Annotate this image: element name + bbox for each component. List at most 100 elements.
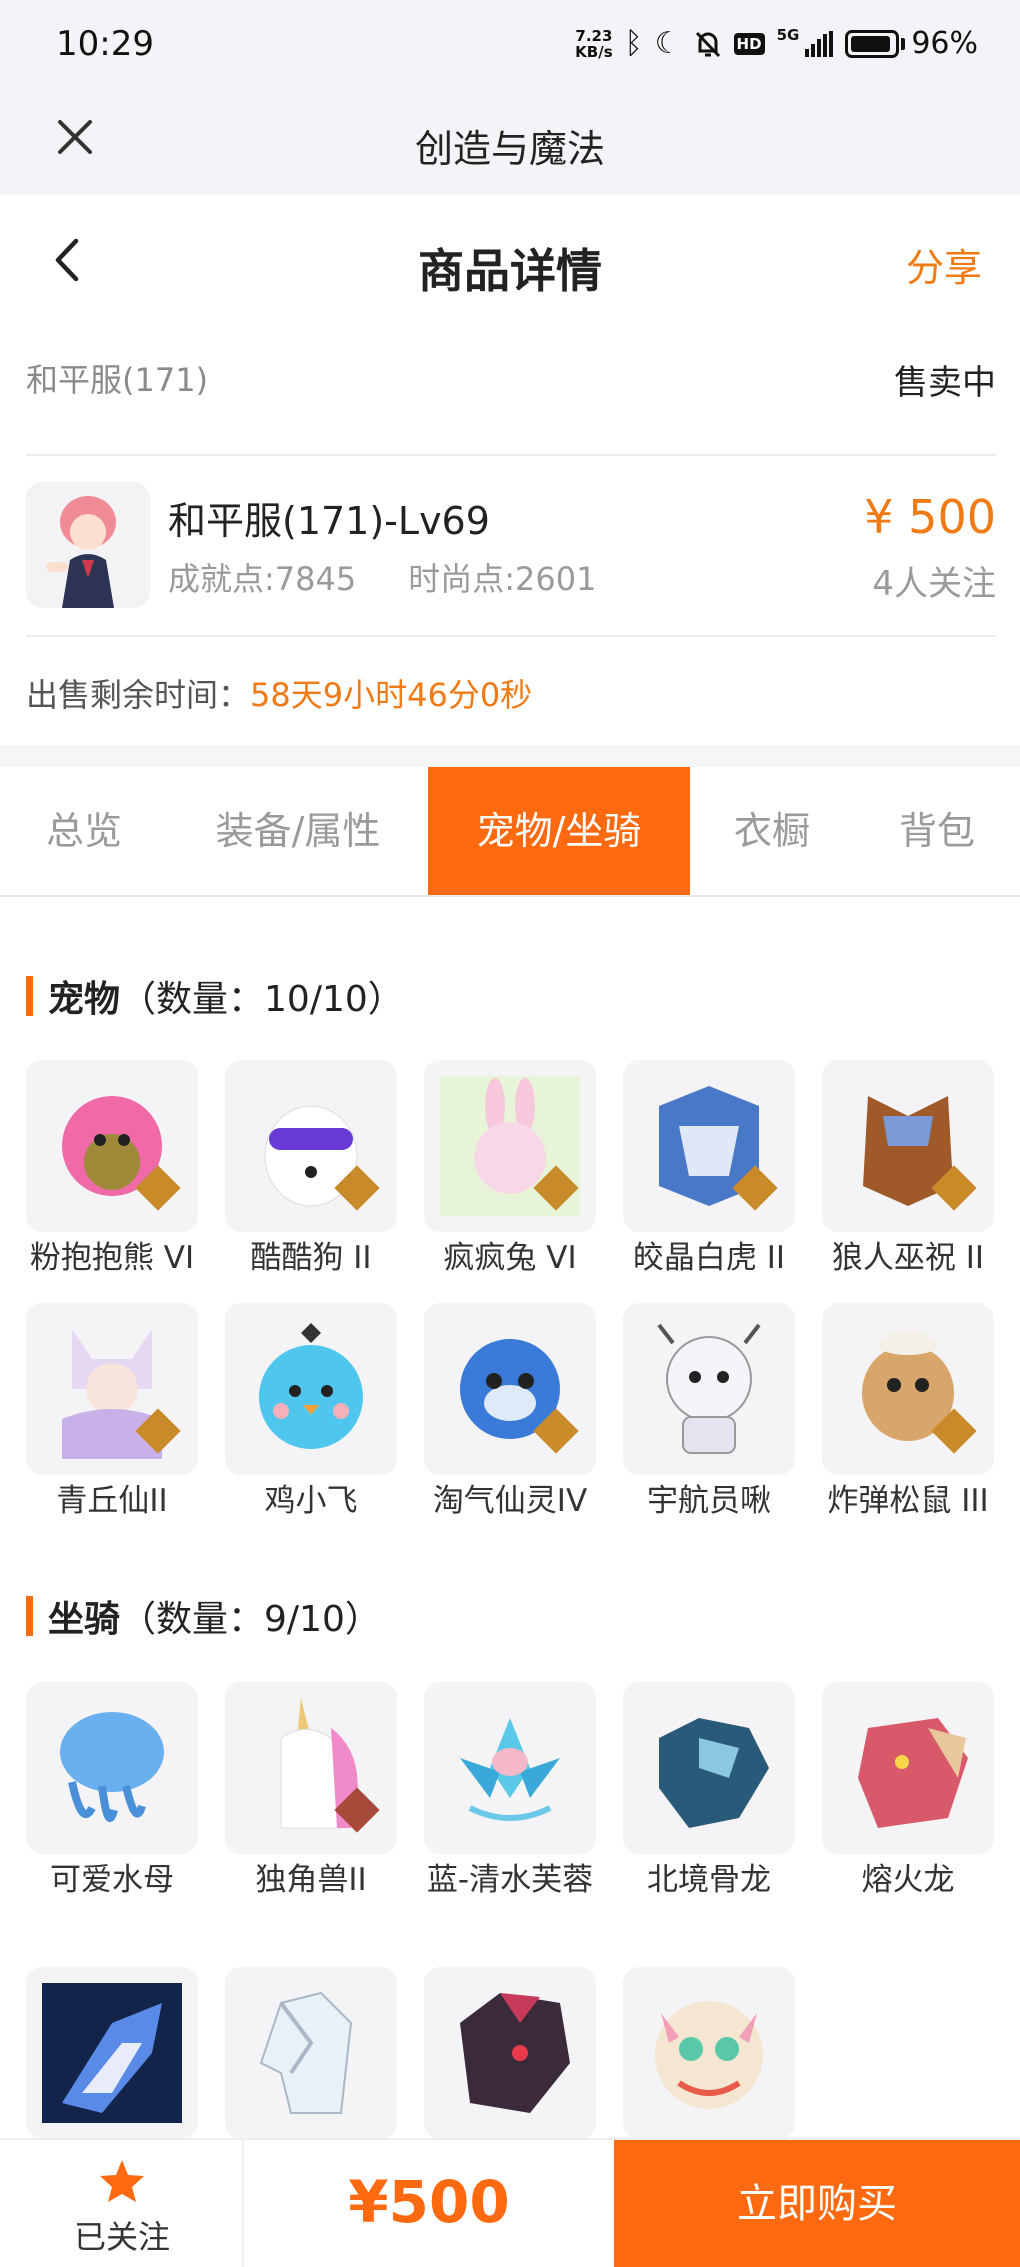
server-name: 和平服(171) (26, 361, 209, 399)
page-header: 商品详情 分享 (0, 195, 1020, 325)
mount-item[interactable]: 蓝-清水芙蓉 (424, 1682, 596, 1902)
network-type: 5G (776, 26, 800, 44)
pet-thumbnail (424, 1303, 596, 1475)
pet-thumbnail (623, 1303, 795, 1475)
pet-item[interactable]: 疯疯兔 VI (424, 1060, 596, 1280)
pet-item[interactable]: 酷酷狗 II (225, 1060, 397, 1280)
mount-label: 蓝-清水芙蓉 (426, 1862, 594, 1898)
mount-item[interactable] (225, 1967, 397, 2143)
pet-label: 狼人巫祝 II (831, 1240, 985, 1276)
mount-label: 独角兽II (255, 1862, 367, 1898)
mount-label: 北境骨龙 (647, 1862, 771, 1898)
webview-bar: 创造与魔法 (0, 92, 1020, 195)
product-name: 和平服(171)-Lv69 (168, 499, 490, 543)
sale-status: 售卖中 (894, 363, 996, 403)
mount-item[interactable]: 独角兽II (225, 1682, 397, 1902)
pet-item[interactable]: 淘气仙灵IV (424, 1303, 596, 1523)
section-gap (0, 745, 1020, 767)
mount-item[interactable]: 北境骨龙 (623, 1682, 795, 1902)
tab-overview[interactable]: 总览 (0, 767, 168, 895)
remaining-value: 58天9小时46分0秒 (250, 676, 533, 714)
pet-label: 青丘仙II (56, 1483, 168, 1519)
pet-item[interactable]: 狼人巫祝 II (822, 1060, 994, 1280)
mount-thumbnail (26, 1682, 198, 1854)
pet-item[interactable]: 青丘仙II (26, 1303, 198, 1523)
pet-label: 酷酷狗 II (250, 1240, 372, 1276)
star-icon (100, 2160, 144, 2202)
mount-label: 熔火龙 (861, 1862, 955, 1898)
mount-thumbnail (26, 1967, 198, 2139)
tab-pets-mounts[interactable]: 宠物/坐骑 (428, 767, 690, 895)
webview-title: 创造与魔法 (414, 127, 605, 171)
follow-button[interactable]: 已关注 (0, 2140, 244, 2267)
mount-thumbnail (822, 1682, 994, 1854)
bottom-price: ¥500 (348, 2168, 510, 2236)
pet-thumbnail (822, 1060, 994, 1232)
bottom-action-bar: 已关注 ¥500 立即购买 (0, 2138, 1020, 2267)
bluetooth-icon: ᛒ (624, 25, 643, 61)
pet-item[interactable]: 鸡小飞 (225, 1303, 397, 1523)
mount-thumbnail (424, 1682, 596, 1854)
divider (26, 454, 996, 456)
mount-item[interactable] (26, 1967, 198, 2143)
mount-thumbnail (424, 1967, 596, 2139)
battery-icon: 96% (845, 26, 978, 61)
remaining-label: 出售剩余时间： (26, 676, 251, 714)
server-row: 和平服(171) 售卖中 (26, 355, 996, 435)
page-title: 商品详情 (418, 244, 602, 298)
pet-thumbnail (424, 1060, 596, 1232)
status-bar: 10:29 7.23 KB/s ᛒ ☾ HD 5G 96% (0, 0, 1020, 92)
mount-item[interactable]: 熔火龙 (822, 1682, 994, 1902)
mount-thumbnail (623, 1967, 795, 2139)
status-time: 10:29 (56, 24, 154, 64)
battery-percent: 96% (911, 26, 978, 61)
share-button[interactable]: 分享 (906, 237, 982, 292)
mounts-title: 坐骑 (48, 1599, 121, 1640)
pet-thumbnail (26, 1303, 198, 1475)
moon-icon: ☾ (654, 25, 682, 61)
pet-label: 皎晶白虎 II (632, 1240, 786, 1276)
pet-label: 粉抱抱熊 VI (29, 1240, 195, 1276)
pet-label: 疯疯兔 VI (443, 1240, 577, 1276)
tab-equipment[interactable]: 装备/属性 (168, 767, 428, 895)
follow-label: 已关注 (73, 2218, 170, 2256)
net-speed-value: 7.23 (575, 26, 613, 45)
mount-item[interactable]: 可爱水母 (26, 1682, 198, 1902)
achievement-points: 成就点:7845 (168, 560, 357, 598)
mount-item[interactable] (424, 1967, 596, 2143)
mount-thumbnail (225, 1682, 397, 1854)
buy-now-button[interactable]: 立即购买 (614, 2140, 1020, 2267)
divider (26, 635, 996, 637)
product-meta: 成就点:7845 时尚点:2601 (168, 554, 596, 600)
pet-label: 鸡小飞 (264, 1483, 358, 1519)
pets-count: （数量：10/10） (120, 979, 404, 1020)
fashion-points: 时尚点:2601 (408, 560, 597, 598)
pet-item[interactable]: 炸弹松鼠 III (822, 1303, 994, 1523)
follower-count: 4人关注 (872, 564, 996, 604)
mount-label: 可爱水母 (50, 1862, 174, 1898)
pet-label: 宇航员啾 (647, 1483, 771, 1519)
product-price: ¥ 500 (864, 490, 996, 544)
hd-icon: HD (733, 32, 765, 55)
mount-thumbnail (623, 1682, 795, 1854)
pet-item[interactable]: 皎晶白虎 II (623, 1060, 795, 1280)
signal-icon (805, 30, 834, 57)
mounts-count: （数量：9/10） (120, 1599, 381, 1640)
pet-thumbnail (225, 1303, 397, 1475)
pet-thumbnail (822, 1303, 994, 1475)
pet-label: 炸弹松鼠 III (827, 1483, 989, 1519)
mount-item[interactable] (623, 1967, 795, 2143)
mount-thumbnail (225, 1967, 397, 2139)
pet-item[interactable]: 粉抱抱熊 VI (26, 1060, 198, 1280)
pet-item[interactable]: 宇航员啾 (623, 1303, 795, 1523)
pet-thumbnail (623, 1060, 795, 1232)
tab-wardrobe[interactable]: 衣橱 (690, 767, 854, 895)
net-speed: 7.23 KB/s (575, 28, 612, 60)
remaining-time: 出售剩余时间：58天9小时46分0秒 (26, 670, 532, 716)
pets-title: 宠物 (48, 979, 121, 1020)
product-card: 和平服(171)-Lv69 成就点:7845 时尚点:2601 ¥ 500 4人关… (26, 482, 996, 610)
tab-bar: 总览 装备/属性 宠物/坐骑 衣橱 背包 (0, 767, 1020, 897)
net-speed-unit: KB/s (575, 42, 613, 61)
tab-backpack[interactable]: 背包 (854, 767, 1020, 895)
pets-section-title: 宠物（数量：10/10） (26, 970, 404, 1022)
